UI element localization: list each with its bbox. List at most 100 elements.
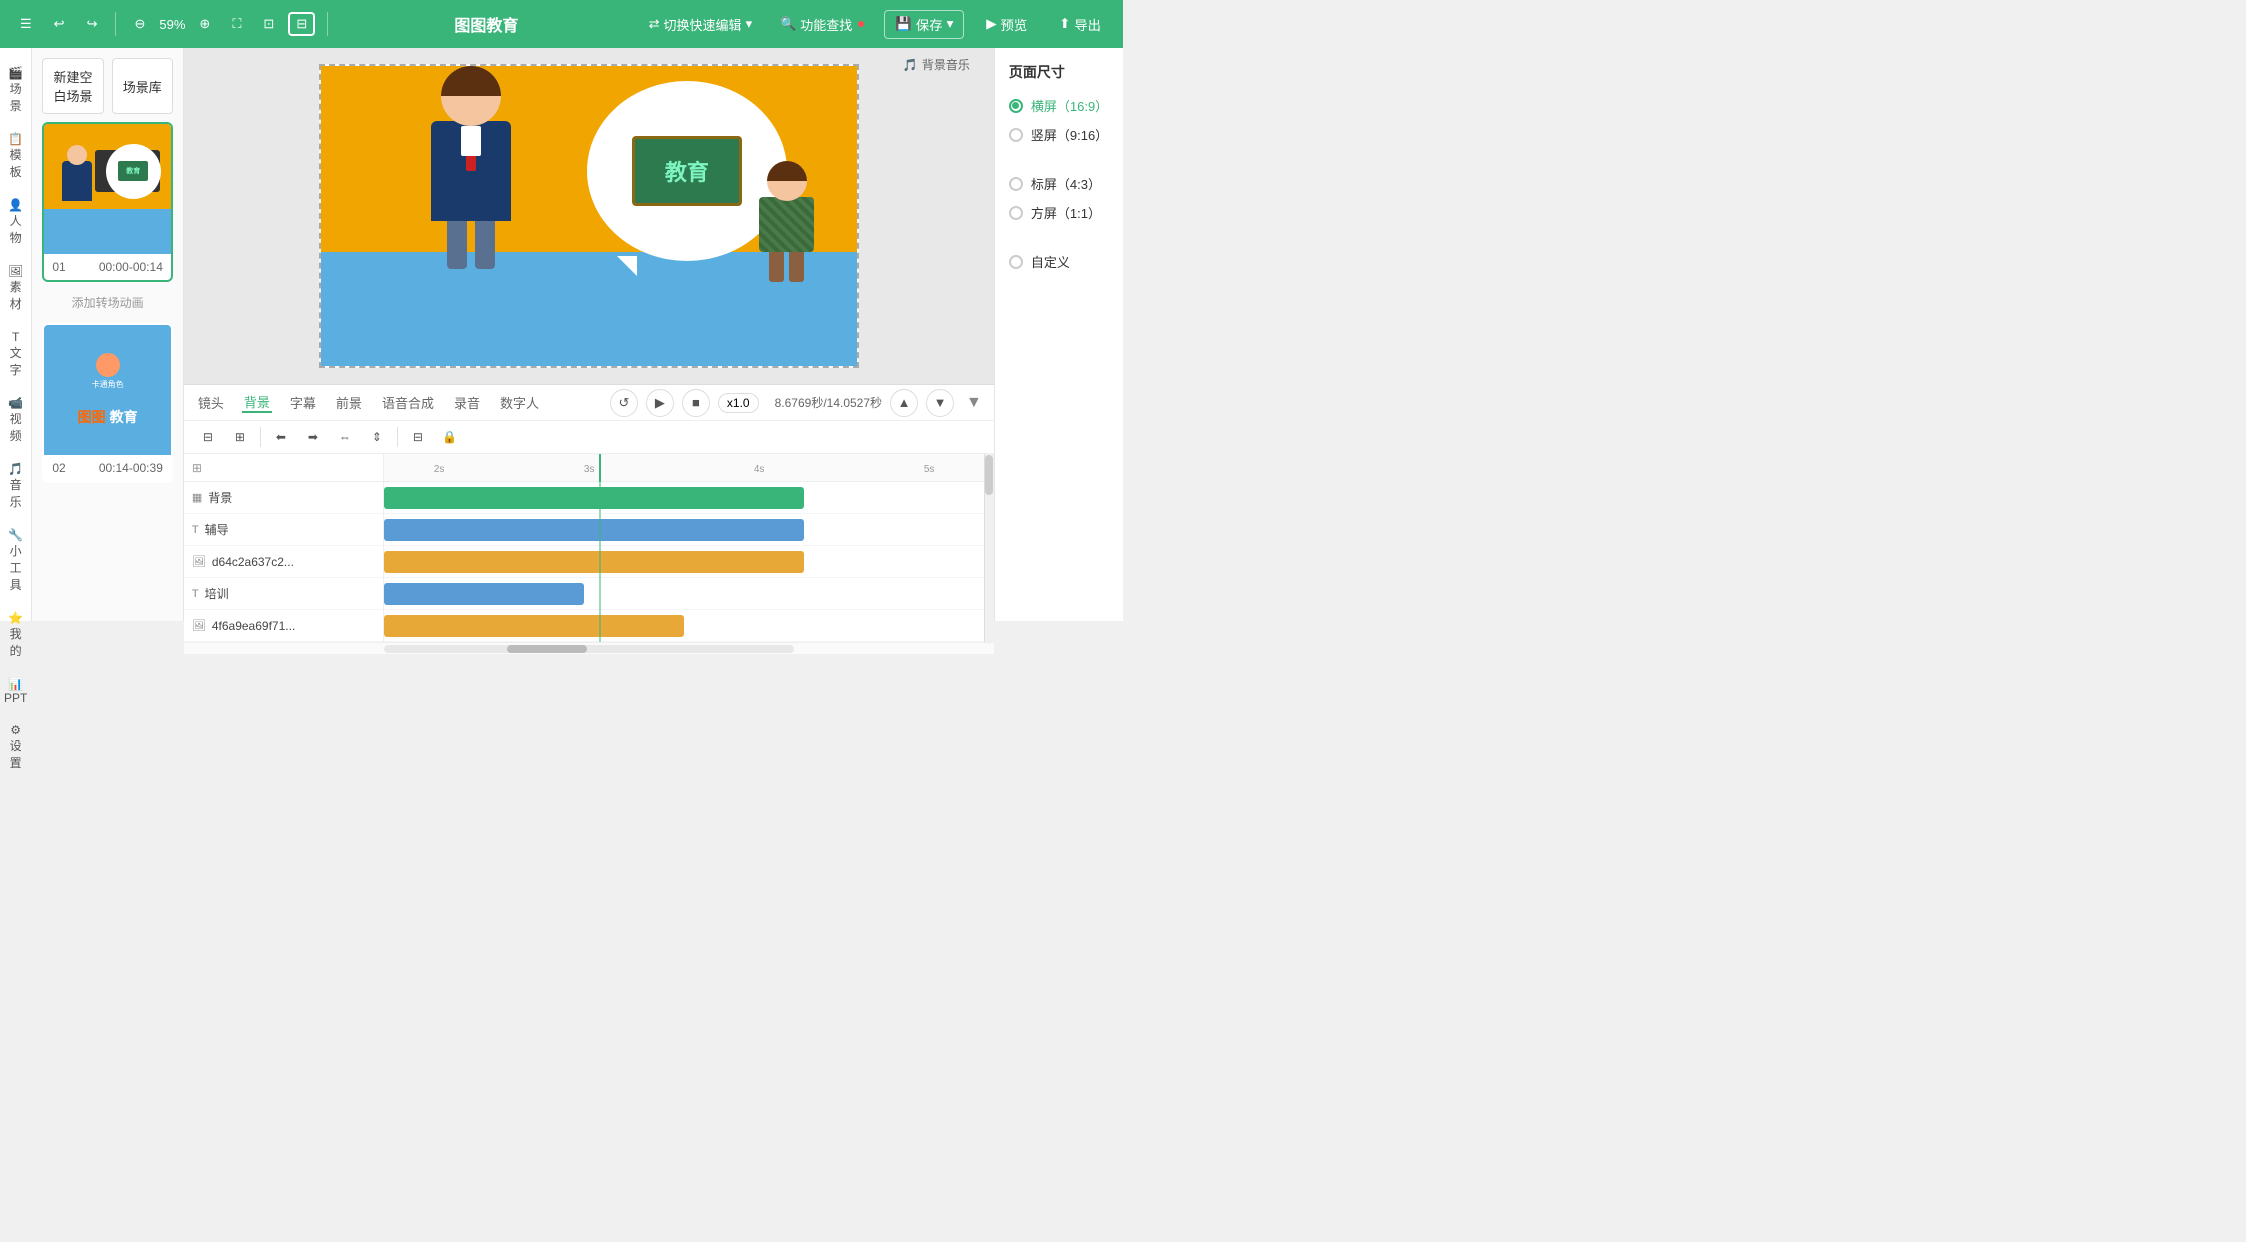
undo-icon: ↩ — [54, 16, 65, 32]
tab-recording[interactable]: 录音 — [452, 393, 482, 412]
scene-card-2[interactable]: 卡通角色 图图 教育 02 00:14-00:39 — [42, 323, 173, 483]
thumb2-bg: 卡通角色 图图 教育 — [44, 325, 171, 455]
play-button[interactable]: ▶ — [646, 389, 674, 417]
sidebar-item-video[interactable]: 📹 视频 — [0, 388, 31, 452]
tab-bg[interactable]: 背景 — [242, 392, 272, 413]
fit-button[interactable]: ⊡ — [255, 12, 282, 36]
right-panel: 页面尺寸 横屏（16:9） 竖屏（9:16） 标屏（4:3） 方屏（1:1） — [994, 48, 1123, 621]
option-portrait[interactable]: 竖屏（9:16） — [1009, 125, 1109, 144]
sidebar-item-music[interactable]: 🎵 音乐 — [0, 454, 31, 518]
img2-layer-icon: 🖼 — [192, 619, 206, 632]
lock-button[interactable]: 🔒 — [438, 425, 462, 449]
tab-lens[interactable]: 镜头 — [196, 393, 226, 412]
distribute-h-button[interactable]: ⇔ — [333, 425, 357, 449]
add-transition-button[interactable]: 添加转场动画 — [42, 290, 173, 315]
group-tool-button[interactable]: ⊞ — [228, 425, 252, 449]
ungroup-button[interactable]: ⊟ — [406, 425, 430, 449]
layer-img1-row[interactable]: 🖼 d64c2a637c2... — [184, 546, 383, 578]
radio-square — [1009, 206, 1023, 220]
sidebar-item-tools[interactable]: 🔧 小工具 — [0, 520, 31, 601]
tab-subtitle[interactable]: 字幕 — [288, 393, 318, 412]
expand-button[interactable]: ▼ — [966, 394, 982, 412]
timeline-labels: ⊞ ▦ 背景 T 辅导 🖼 d64c2a637c2... — [184, 454, 384, 642]
page-size-options: 横屏（16:9） 竖屏（9:16） 标屏（4:3） 方屏（1:1） 自定义 — [1009, 96, 1109, 271]
scene-panel: 新建空白场景 场景库 辅导 — [32, 48, 184, 621]
stop-button[interactable]: ■ — [682, 389, 710, 417]
preview-button[interactable]: ▶ 预览 — [976, 11, 1037, 38]
track-img2-block[interactable] — [384, 615, 684, 637]
menu-button[interactable]: ☰ — [12, 12, 40, 36]
layer-guide-row[interactable]: T 辅导 — [184, 514, 383, 546]
layer-img2-row[interactable]: 🖼 4f6a9ea69f71... — [184, 610, 383, 642]
features-button[interactable]: 🔍 功能查找 — [772, 11, 872, 38]
distribute-v-button[interactable]: ⇕ — [365, 425, 389, 449]
sidebar-item-character[interactable]: 👤 人物 — [0, 190, 31, 254]
tab-voice-synthesis[interactable]: 语音合成 — [380, 393, 436, 412]
bg-music-button[interactable]: 🎵 背景音乐 — [903, 56, 970, 73]
ppt-icon: 📊 — [4, 677, 27, 691]
reset-button[interactable]: ↺ — [610, 389, 638, 417]
layer-bg-row[interactable]: ▦ 背景 — [184, 482, 383, 514]
new-blank-scene-button[interactable]: 新建空白场景 — [42, 58, 103, 114]
active-tool-icon: ⊟ — [296, 16, 307, 32]
track-guide-block[interactable] — [384, 519, 804, 541]
timeline-vscrollbar[interactable] — [984, 454, 994, 642]
filter-tool-button[interactable]: ⊟ — [196, 425, 220, 449]
option-custom[interactable]: 自定义 — [1009, 252, 1109, 271]
redo-button[interactable]: ↪ — [79, 12, 106, 36]
sidebar-item-ppt[interactable]: 📊 PPT — [0, 669, 31, 713]
switch-mode-button[interactable]: ⇄ 切换快速编辑 ▾ — [641, 11, 760, 38]
tab-foreground[interactable]: 前景 — [334, 393, 364, 412]
layer-training-row[interactable]: T 培训 — [184, 578, 383, 610]
sidebar-material-label: 素材 — [4, 278, 27, 312]
tab-digital-human[interactable]: 数字人 — [498, 393, 541, 412]
align-right-button[interactable]: ➡ — [301, 425, 325, 449]
bg-layer-icon: ▦ — [192, 491, 202, 504]
ruler-5s: 5s — [924, 464, 935, 475]
option-standard[interactable]: 标屏（4:3） — [1009, 174, 1109, 193]
sidebar-item-settings[interactable]: ⚙ 设置 — [0, 715, 31, 779]
export-button[interactable]: ⬆ 导出 — [1049, 11, 1111, 38]
guide-layer-icon: T — [192, 524, 199, 536]
timeline-track[interactable]: 2s 3s 4s 5s 6s — [384, 454, 984, 642]
portrait-label: 竖屏（9:16） — [1031, 125, 1108, 144]
ruler-2s: 2s — [434, 464, 445, 475]
sidebar-item-template[interactable]: 📋 模板 — [0, 124, 31, 188]
divider-1 — [115, 12, 116, 36]
scene-card-1[interactable]: 辅导 教育 01 00:00-00:14 — [42, 122, 173, 282]
volume-up-icon[interactable]: ▲ — [890, 389, 918, 417]
scene-library-button[interactable]: 场景库 — [112, 58, 173, 114]
big-scene: 教育 — [321, 66, 857, 366]
canvas-frame[interactable]: 教育 — [319, 64, 859, 368]
timeline-controls: ↺ ▶ ■ x1.0 8.6769秒/14.0527秒 ▲ ▼ ▼ — [610, 389, 982, 417]
sidebar-item-mine[interactable]: ⭐ 我的 — [0, 603, 31, 667]
add-transition-label: 添加转场动画 — [72, 296, 144, 310]
save-button[interactable]: 💾 保存 ▾ — [884, 10, 964, 39]
sidebar-item-text[interactable]: T 文字 — [0, 322, 31, 386]
standard-label: 标屏（4:3） — [1031, 174, 1101, 193]
sidebar-text-label: 文字 — [4, 344, 27, 378]
chevron-down-icon: ▾ — [746, 16, 753, 32]
option-landscape[interactable]: 横屏（16:9） — [1009, 96, 1109, 115]
track-img1 — [384, 546, 984, 578]
sidebar-item-material[interactable]: 🖼 素材 — [0, 256, 31, 320]
track-img1-block[interactable] — [384, 551, 804, 573]
fullscreen-button[interactable]: ⛶ — [224, 12, 249, 36]
volume-down-icon[interactable]: ▼ — [926, 389, 954, 417]
timeline-hscrollbar[interactable] — [184, 642, 994, 654]
sidebar-template-label: 模板 — [4, 146, 27, 180]
radio-portrait — [1009, 128, 1023, 142]
zoom-out-button[interactable]: ⊖ — [126, 12, 153, 36]
scene-library-label: 场景库 — [123, 80, 162, 95]
option-square[interactable]: 方屏（1:1） — [1009, 203, 1109, 222]
speed-badge[interactable]: x1.0 — [718, 393, 759, 413]
track-bg-block[interactable] — [384, 487, 804, 509]
sidebar-item-scene[interactable]: 🎬 场景 — [0, 58, 31, 122]
active-tool-button[interactable]: ⊟ — [288, 12, 315, 36]
zoom-in-button[interactable]: ⊕ — [191, 12, 218, 36]
undo-button[interactable]: ↩ — [46, 12, 73, 36]
align-left-button[interactable]: ⬅ — [269, 425, 293, 449]
switch-mode-label: 切换快速编辑 — [664, 15, 742, 34]
track-training-block[interactable] — [384, 583, 584, 605]
track-img2 — [384, 610, 984, 642]
